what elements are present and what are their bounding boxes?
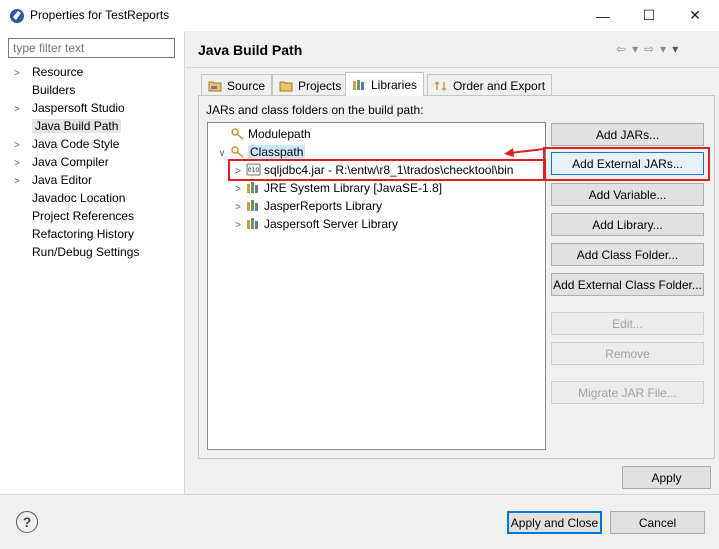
nav-item-javadoc-location[interactable]: Javadoc Location — [14, 189, 125, 207]
tab-projects[interactable]: Projects — [272, 74, 349, 96]
page-title: Java Build Path — [198, 42, 303, 58]
back-menu-chevron-icon[interactable]: ▾ — [632, 42, 638, 56]
build-path-label: JARs and class folders on the build path… — [206, 103, 424, 117]
cancel-button[interactable]: Cancel — [610, 511, 705, 534]
classpath-icon — [231, 146, 244, 158]
remove-button[interactable]: Remove — [551, 342, 704, 365]
chevron-right-icon[interactable]: > — [230, 217, 246, 235]
close-button[interactable]: ✕ — [672, 0, 718, 31]
migrate-jar-file-button[interactable]: Migrate JAR File... — [551, 381, 704, 404]
source-folder-icon — [208, 81, 222, 91]
forward-arrow-icon[interactable]: ⇨ — [644, 42, 654, 56]
apply-button[interactable]: Apply — [622, 466, 711, 489]
tab-libraries[interactable]: Libraries — [345, 72, 425, 96]
minimize-button[interactable]: — — [580, 0, 626, 31]
nav-item-java-editor[interactable]: > Java Editor — [14, 171, 92, 189]
tab-order-and-export[interactable]: Order and Export — [427, 74, 553, 96]
highlight-box-add-external-jars — [543, 147, 710, 181]
nav-item-java-code-style[interactable]: > Java Code Style — [14, 135, 119, 153]
nav-item-jaspersoft-studio[interactable]: > Jaspersoft Studio — [14, 99, 125, 117]
edit-button[interactable]: Edit... — [551, 312, 704, 335]
tree-node-jasperreports-library[interactable]: > JasperReports Library — [208, 197, 545, 215]
tab-source[interactable]: Source — [201, 74, 273, 96]
add-jars-button[interactable]: Add JARs... — [551, 123, 704, 146]
footer-divider — [0, 494, 719, 495]
maximize-button[interactable]: ☐ — [626, 0, 672, 31]
nav-item-java-build-path[interactable]: Java Build Path — [14, 117, 122, 135]
add-library-button[interactable]: Add Library... — [551, 213, 704, 236]
projects-icon — [279, 81, 293, 91]
forward-menu-chevron-icon[interactable]: ▾ — [660, 42, 666, 56]
annotation-arrow-icon — [504, 148, 545, 157]
libraries-icon — [353, 79, 364, 90]
nav-item-run-debug-settings[interactable]: Run/Debug Settings — [14, 243, 139, 261]
order-export-icon — [434, 80, 447, 91]
filter-input[interactable] — [8, 38, 175, 58]
apply-and-close-button[interactable]: Apply and Close — [507, 511, 602, 534]
nav-item-refactoring-history[interactable]: Refactoring History — [14, 225, 134, 243]
nav-item-project-references[interactable]: Project References — [14, 207, 134, 225]
back-arrow-icon[interactable]: ⇦ — [616, 42, 626, 56]
eclipse-app-icon — [10, 9, 24, 23]
view-menu-icon[interactable]: ▾ — [672, 42, 678, 56]
nav-item-builders[interactable]: Builders — [14, 81, 75, 99]
history-nav: ⇦ ▾ ⇨ ▾ ▾ — [616, 40, 711, 58]
modulepath-icon — [231, 128, 244, 140]
library-icon — [247, 200, 258, 211]
tree-node-modulepath[interactable]: Modulepath — [208, 125, 545, 143]
nav-item-java-compiler[interactable]: > Java Compiler — [14, 153, 109, 171]
library-icon — [247, 182, 258, 193]
window-title: Properties for TestReports — [30, 8, 170, 22]
add-variable-button[interactable]: Add Variable... — [551, 183, 704, 206]
highlight-box-jar-entry — [228, 159, 546, 181]
help-icon[interactable]: ? — [16, 511, 38, 533]
tree-node-jaspersoft-server-library[interactable]: > Jaspersoft Server Library — [208, 215, 545, 233]
add-class-folder-button[interactable]: Add Class Folder... — [551, 243, 704, 266]
header-divider — [186, 67, 719, 68]
tree-node-jre-system-library[interactable]: > JRE System Library [JavaSE-1.8] — [208, 179, 545, 197]
nav-item-resource[interactable]: > Resource — [14, 63, 83, 81]
add-external-class-folder-button[interactable]: Add External Class Folder... — [551, 273, 704, 296]
library-icon — [247, 218, 258, 229]
